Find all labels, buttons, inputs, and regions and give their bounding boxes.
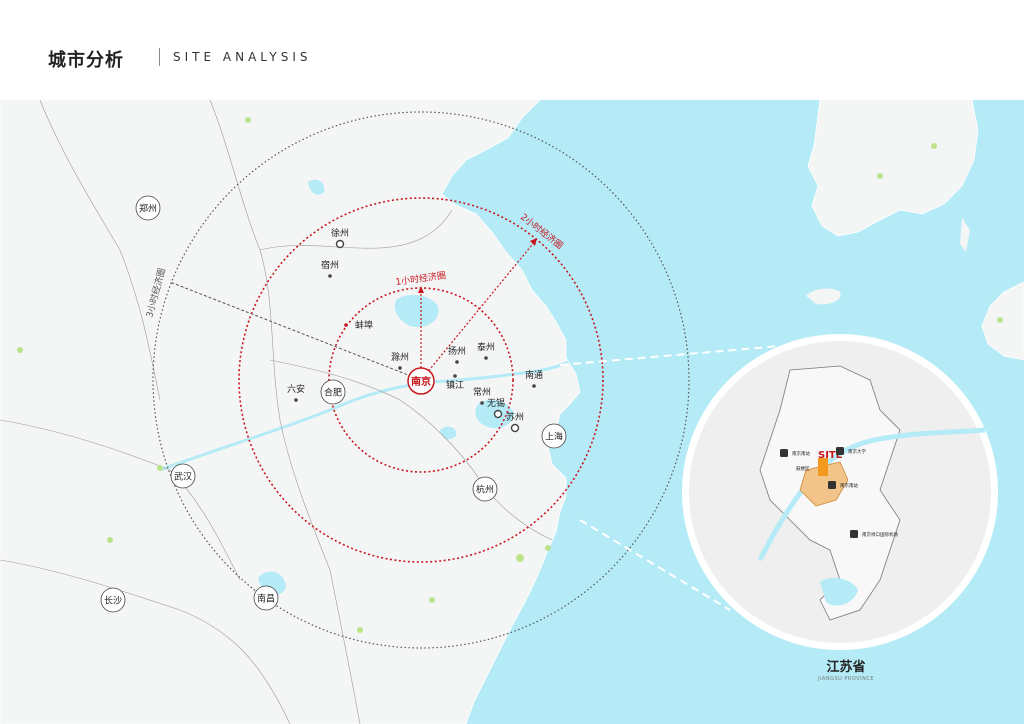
city-nanchang: 南昌: [253, 585, 279, 611]
city-label: 郑州: [139, 203, 157, 215]
city-hangzhou: 杭州: [472, 476, 498, 502]
page-title: 城市分析: [48, 50, 124, 71]
inset-label-text: 南京南站: [792, 450, 810, 457]
inset-label-text: 南京南站: [840, 482, 858, 489]
city-label: 南昌: [257, 593, 275, 605]
plane-icon: [850, 530, 858, 538]
city-label: 合肥: [324, 387, 342, 399]
city-dot-marker: [344, 323, 348, 327]
city-label: 武汉: [174, 471, 192, 483]
city-label: 六安: [287, 383, 305, 395]
page-subtitle: SITE ANALYSIS: [173, 50, 312, 64]
city-label: 南通: [525, 369, 543, 381]
city-wuhan: 武汉: [170, 463, 196, 489]
city-dot-marker: [335, 239, 345, 249]
city-dot-marker: [480, 401, 484, 405]
city-shanghai: 上海: [541, 423, 567, 449]
city-dot-marker: [493, 409, 503, 419]
inset-label-gulou: 鼓楼区: [796, 465, 810, 472]
city-label: 泰州: [477, 341, 495, 353]
city-dot-marker: [328, 274, 332, 278]
city-label: 长沙: [104, 595, 122, 607]
city-dot-marker: [398, 366, 402, 370]
city-changsha: 长沙: [100, 587, 126, 613]
city-label: 徐州: [331, 227, 349, 239]
city-zhengzhou: 郑州: [135, 195, 161, 221]
page-header: 城市分析 SITE ANALYSIS: [0, 0, 1024, 100]
province-name-en: JIANGSU PROVINCE: [817, 676, 874, 682]
inset-label-text: 南京大学: [848, 448, 866, 455]
city-label: 扬州: [448, 345, 466, 357]
train-icon: [828, 481, 836, 489]
nanjing-label: 南京: [411, 375, 431, 388]
city-label: 无锡: [487, 398, 505, 409]
city-dot-marker: [510, 423, 520, 433]
city-label: 蚌埠: [355, 319, 373, 331]
city-label: 滁州: [391, 352, 409, 363]
bus-icon: [836, 447, 844, 455]
city-dot-marker: [453, 374, 457, 378]
city-label: 镇江: [446, 379, 464, 391]
city-dot-marker: [484, 356, 488, 360]
title-divider: [159, 48, 160, 66]
province-name-cn: 江苏省: [826, 659, 865, 675]
train-icon: [780, 449, 788, 457]
city-label: 宿州: [321, 259, 339, 271]
city-label: 上海: [545, 431, 563, 443]
regional-map: 1小时经济圈 2小时经济圈 3小时经济圈 南京 郑州徐州宿州蚌埠滁州扬州 泰州镇江…: [0, 100, 1024, 724]
city-dot-marker: [455, 360, 459, 364]
city-label: 常州: [473, 386, 491, 398]
inset-label-text: 南京禄口国际机场: [862, 531, 898, 538]
city-label: 杭州: [476, 484, 494, 496]
city-hefei: 合肥: [320, 379, 346, 405]
city-dot-marker: [532, 384, 536, 388]
jiangsu-inset: SITE 南京南站 南京大学鼓楼区南京南站南京禄口国际机场: [682, 334, 998, 650]
city-dot-marker: [294, 398, 298, 402]
inset-label-text: 鼓楼区: [796, 465, 810, 472]
city-label: 苏州: [506, 411, 524, 423]
